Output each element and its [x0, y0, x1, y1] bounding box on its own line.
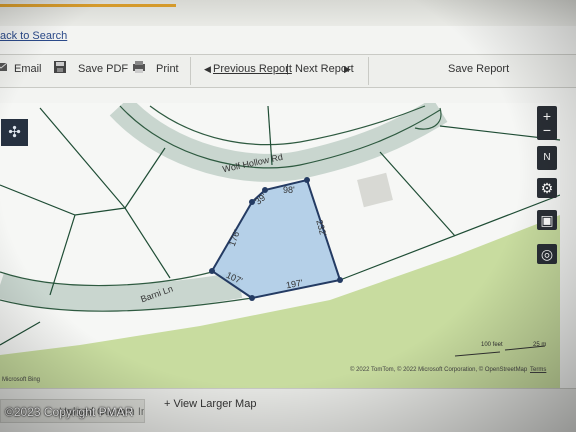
screen: ack to Search Email Save PDF Print ◀ Pre… — [0, 0, 576, 432]
accent-bar — [0, 4, 176, 7]
lot-line — [124, 147, 166, 209]
terms-link[interactable]: Terms — [530, 367, 546, 373]
zoom-out-button[interactable]: − — [537, 120, 557, 140]
compass-button[interactable]: N — [537, 146, 557, 170]
map-settings-button[interactable]: ⚙ — [537, 178, 557, 198]
parcel-vertex — [304, 177, 310, 183]
email-icon[interactable] — [0, 60, 8, 74]
dimension-label: 98' — [283, 185, 295, 195]
lot-line — [0, 321, 41, 346]
gear-icon: ⚙ — [540, 180, 554, 196]
next-arrow-icon[interactable]: ▶ — [344, 64, 351, 75]
save-pdf-icon[interactable] — [53, 60, 67, 74]
back-to-search-link[interactable]: ack to Search — [0, 30, 67, 42]
save-report-button[interactable]: Save Report — [448, 63, 509, 75]
scale-label: 25 m — [533, 342, 547, 348]
map-layers-button[interactable]: ▣ — [537, 210, 557, 230]
barni-ln — [0, 272, 243, 312]
parcel-vertex — [209, 268, 215, 274]
building — [357, 172, 393, 208]
toolbar-separator — [368, 57, 369, 85]
lot-line — [49, 214, 76, 296]
report-toolbar: Email Save PDF Print ◀ Previous Report |… — [0, 54, 576, 88]
print-button[interactable]: Print — [156, 63, 179, 75]
expand-arrows-icon: ✣ — [8, 124, 21, 141]
save-pdf-button[interactable]: Save PDF — [78, 63, 128, 75]
bing-logo: Microsoft Bing — [2, 377, 41, 383]
locate-me-button[interactable]: ◎ — [537, 244, 557, 264]
print-icon[interactable] — [132, 60, 146, 74]
view-larger-map-link[interactable]: + View Larger Map — [164, 398, 256, 410]
toolbar-separator — [190, 57, 191, 85]
crosshair-icon: ◎ — [540, 246, 554, 262]
top-strip — [0, 0, 576, 26]
lot-line — [124, 207, 171, 279]
report-divider: | — [286, 63, 289, 75]
layers-icon: ▣ — [540, 212, 554, 228]
email-button[interactable]: Email — [14, 63, 42, 75]
scale-label: 100 feet — [481, 342, 503, 348]
parcel-vertex — [249, 295, 255, 301]
map-attribution: © 2022 TomTom, © 2022 Microsoft Corporat… — [350, 367, 528, 373]
map-canvas — [0, 103, 560, 388]
parcel-map[interactable]: Wolf Hollow Rd Barni Ln 39' 98' 232' 197… — [0, 103, 560, 388]
parcel-vertex — [337, 277, 343, 283]
previous-arrow-icon[interactable]: ◀ — [204, 64, 211, 75]
copyright-watermark: ©2023 Copyright PMAR — [5, 405, 134, 419]
expand-map-button[interactable]: ✣ — [1, 119, 28, 146]
previous-report-link[interactable]: Previous Report — [213, 63, 292, 75]
